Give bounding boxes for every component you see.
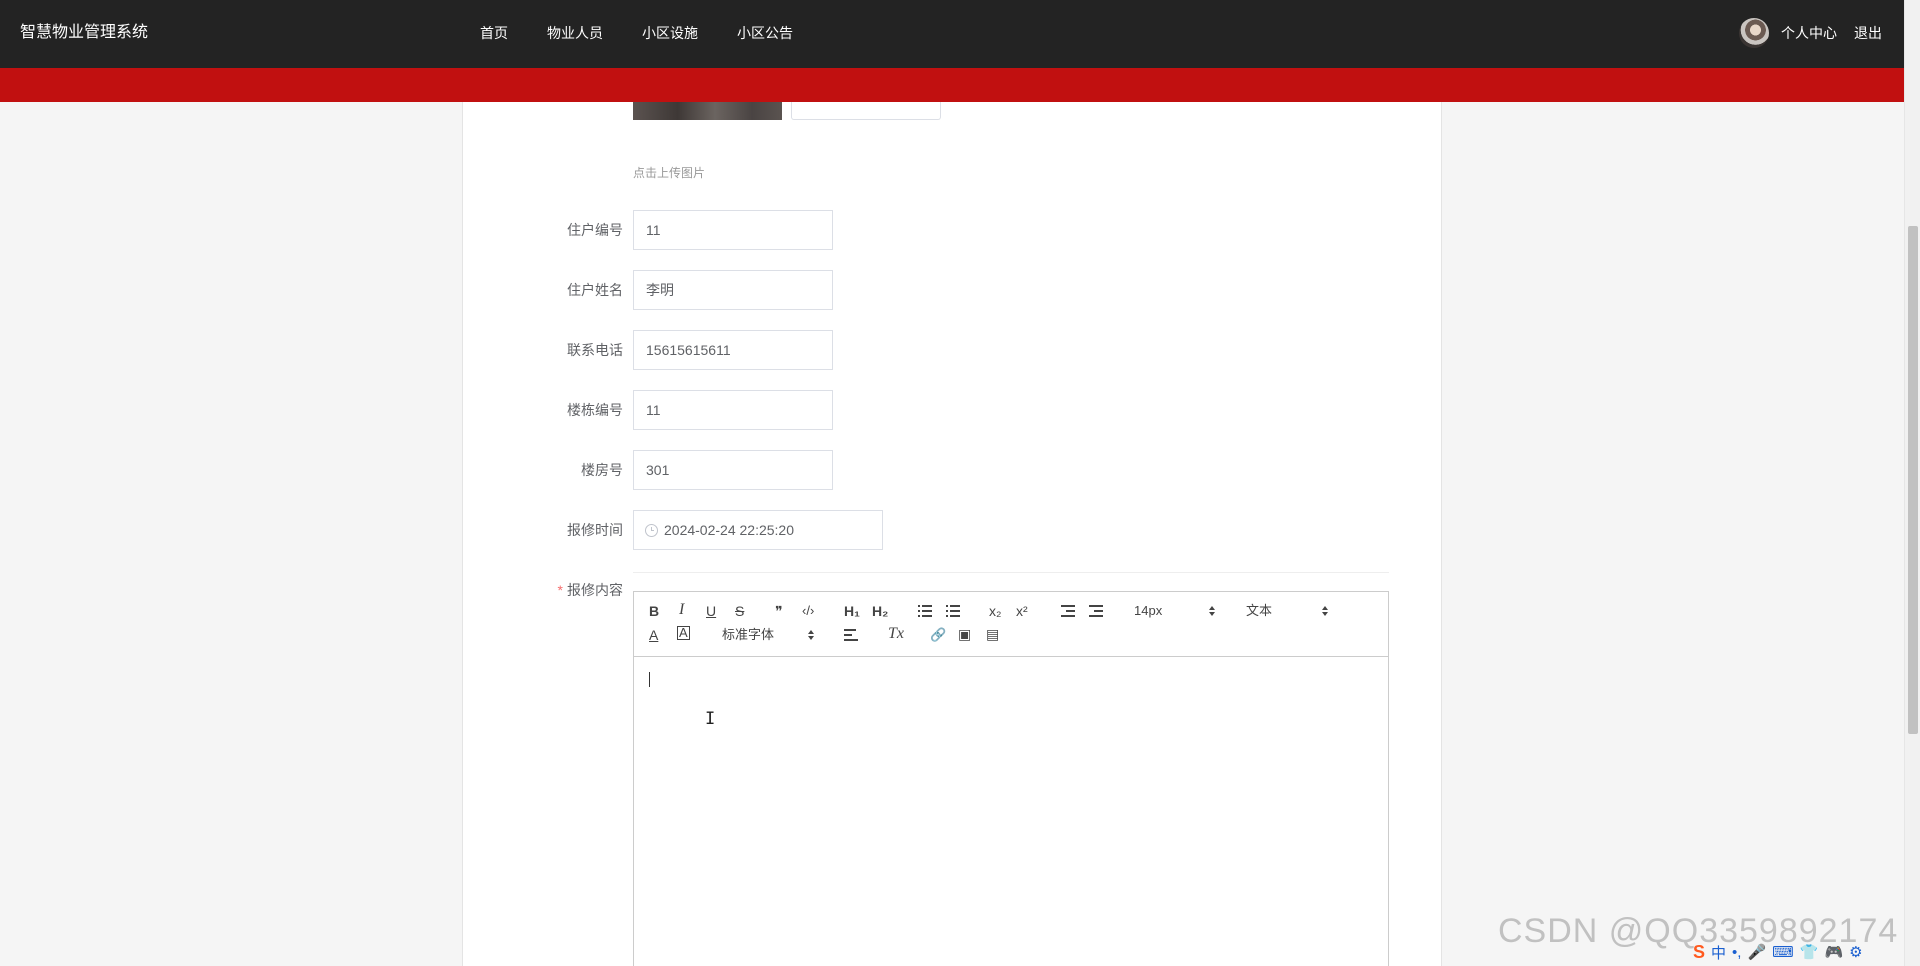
h2-button[interactable]: H₂ [872, 602, 888, 620]
italic-button[interactable]: I [679, 601, 684, 619]
page-scrollbar[interactable] [1904, 0, 1920, 966]
nav-item-facilities[interactable]: 小区设施 [642, 0, 698, 66]
outdent-icon[interactable] [1061, 605, 1075, 617]
form-row-phone: 联系电话 15615615611 [500, 330, 1100, 370]
resident-name-input[interactable]: 李明 [633, 270, 833, 310]
bullet-list-icon[interactable] [946, 605, 960, 617]
main-nav: 首页 物业人员 小区设施 小区公告 [480, 0, 832, 66]
app-title[interactable]: 智慧物业管理系统 [20, 0, 148, 66]
text-cursor-icon: I [705, 709, 716, 729]
profile-link[interactable]: 个人中心 [1781, 23, 1837, 43]
video-icon[interactable]: ▤ [986, 625, 999, 643]
form-row-resident-name: 住户姓名 李明 [500, 270, 1100, 310]
font-color-button[interactable]: A [649, 626, 658, 644]
underline-button[interactable]: U [706, 602, 716, 620]
form-row-room-number: 楼房号 301 [500, 450, 1100, 490]
ime-chinese-mode[interactable]: 中 [1711, 942, 1726, 963]
room-number-label: 楼房号 [581, 462, 623, 478]
font-size-updown-icon [1209, 606, 1215, 616]
clear-format-button[interactable]: Tx [888, 625, 904, 643]
bold-button[interactable]: B [649, 602, 659, 620]
repair-time-label: 报修时间 [567, 522, 623, 538]
clock-icon [645, 524, 658, 537]
background-color-button[interactable]: A [677, 626, 690, 640]
ime-skin-icon[interactable]: 👕 [1800, 943, 1819, 961]
font-family-updown-icon [808, 630, 814, 640]
building-id-label: 楼栋编号 [567, 402, 623, 418]
ime-punctuation-icon[interactable]: •, [1732, 944, 1741, 961]
nav-item-staff[interactable]: 物业人员 [547, 0, 603, 66]
resident-name-label: 住户姓名 [567, 282, 623, 298]
upload-box[interactable] [791, 102, 941, 120]
subscript-button[interactable]: x₂ [989, 602, 1001, 620]
banner-strip [0, 68, 1904, 102]
avatar[interactable] [1739, 18, 1769, 48]
phone-label: 联系电话 [567, 342, 623, 358]
form-row-resident-id: 住户编号 11 [500, 210, 1100, 250]
building-id-input[interactable]: 11 [633, 390, 833, 430]
header-updown-icon [1322, 606, 1328, 616]
text-caret [649, 672, 650, 687]
editor-divider [633, 572, 1389, 573]
strike-button[interactable]: S [735, 602, 744, 620]
ime-logo-icon[interactable]: S [1693, 942, 1705, 963]
upload-tip: 点击上传图片 [633, 166, 706, 180]
quote-button[interactable]: ❞ [775, 602, 783, 620]
ime-settings-icon[interactable]: ⚙ [1849, 943, 1862, 961]
form-row-repair-time: 报修时间 2024-02-24 22:25:20 [500, 510, 1100, 550]
top-navbar: 智慧物业管理系统 首页 物业人员 小区设施 小区公告 个人中心 退出 [0, 0, 1904, 68]
form-row-building-id: 楼栋编号 11 [500, 390, 1100, 430]
room-number-input[interactable]: 301 [633, 450, 833, 490]
code-button[interactable]: ‹/› [802, 602, 814, 620]
ime-game-icon[interactable]: 🎮 [1824, 943, 1843, 961]
phone-input[interactable]: 15615615611 [633, 330, 833, 370]
font-size-select[interactable]: 14px [1134, 602, 1162, 620]
user-area: 个人中心 退出 [1739, 0, 1882, 66]
rich-text-editor: B I U S ❞ ‹/› H₁ H₂ x₂ x² 14px 文本 A A 标准… [633, 591, 1389, 966]
editor-toolbar: B I U S ❞ ‹/› H₁ H₂ x₂ x² 14px 文本 A A 标准… [634, 592, 1388, 657]
header-select[interactable]: 文本 [1246, 602, 1272, 620]
font-family-select[interactable]: 标准字体 [722, 626, 774, 644]
logout-link[interactable]: 退出 [1854, 23, 1882, 43]
resident-id-input[interactable]: 11 [633, 210, 833, 250]
ime-toolbar: S 中 •, 🎤 ⌨ 👕 🎮 ⚙ [1693, 941, 1863, 963]
link-icon[interactable]: 🔗 [930, 626, 946, 644]
repair-time-value: 2024-02-24 22:25:20 [664, 522, 794, 538]
required-mark: * [557, 582, 563, 598]
repair-time-picker[interactable]: 2024-02-24 22:25:20 [633, 510, 883, 550]
scrollbar-thumb[interactable] [1908, 226, 1918, 734]
repair-content-label-text: 报修内容 [567, 582, 623, 598]
ime-keyboard-icon[interactable]: ⌨ [1772, 943, 1794, 961]
ordered-list-icon[interactable] [918, 605, 932, 617]
h1-button[interactable]: H₁ [844, 602, 860, 620]
nav-item-home[interactable]: 首页 [480, 0, 508, 66]
resident-id-label: 住户编号 [567, 222, 623, 238]
indent-icon[interactable] [1089, 605, 1103, 617]
repair-content-label: * 报修内容 [558, 570, 623, 610]
align-icon[interactable] [844, 629, 858, 641]
ime-microphone-icon[interactable]: 🎤 [1747, 943, 1766, 961]
image-icon[interactable]: ▣ [958, 625, 971, 643]
uploaded-image-thumbnail[interactable] [633, 102, 782, 120]
editor-content-area[interactable]: I [634, 658, 1388, 966]
nav-item-notices[interactable]: 小区公告 [737, 0, 793, 66]
superscript-button[interactable]: x² [1016, 602, 1028, 620]
